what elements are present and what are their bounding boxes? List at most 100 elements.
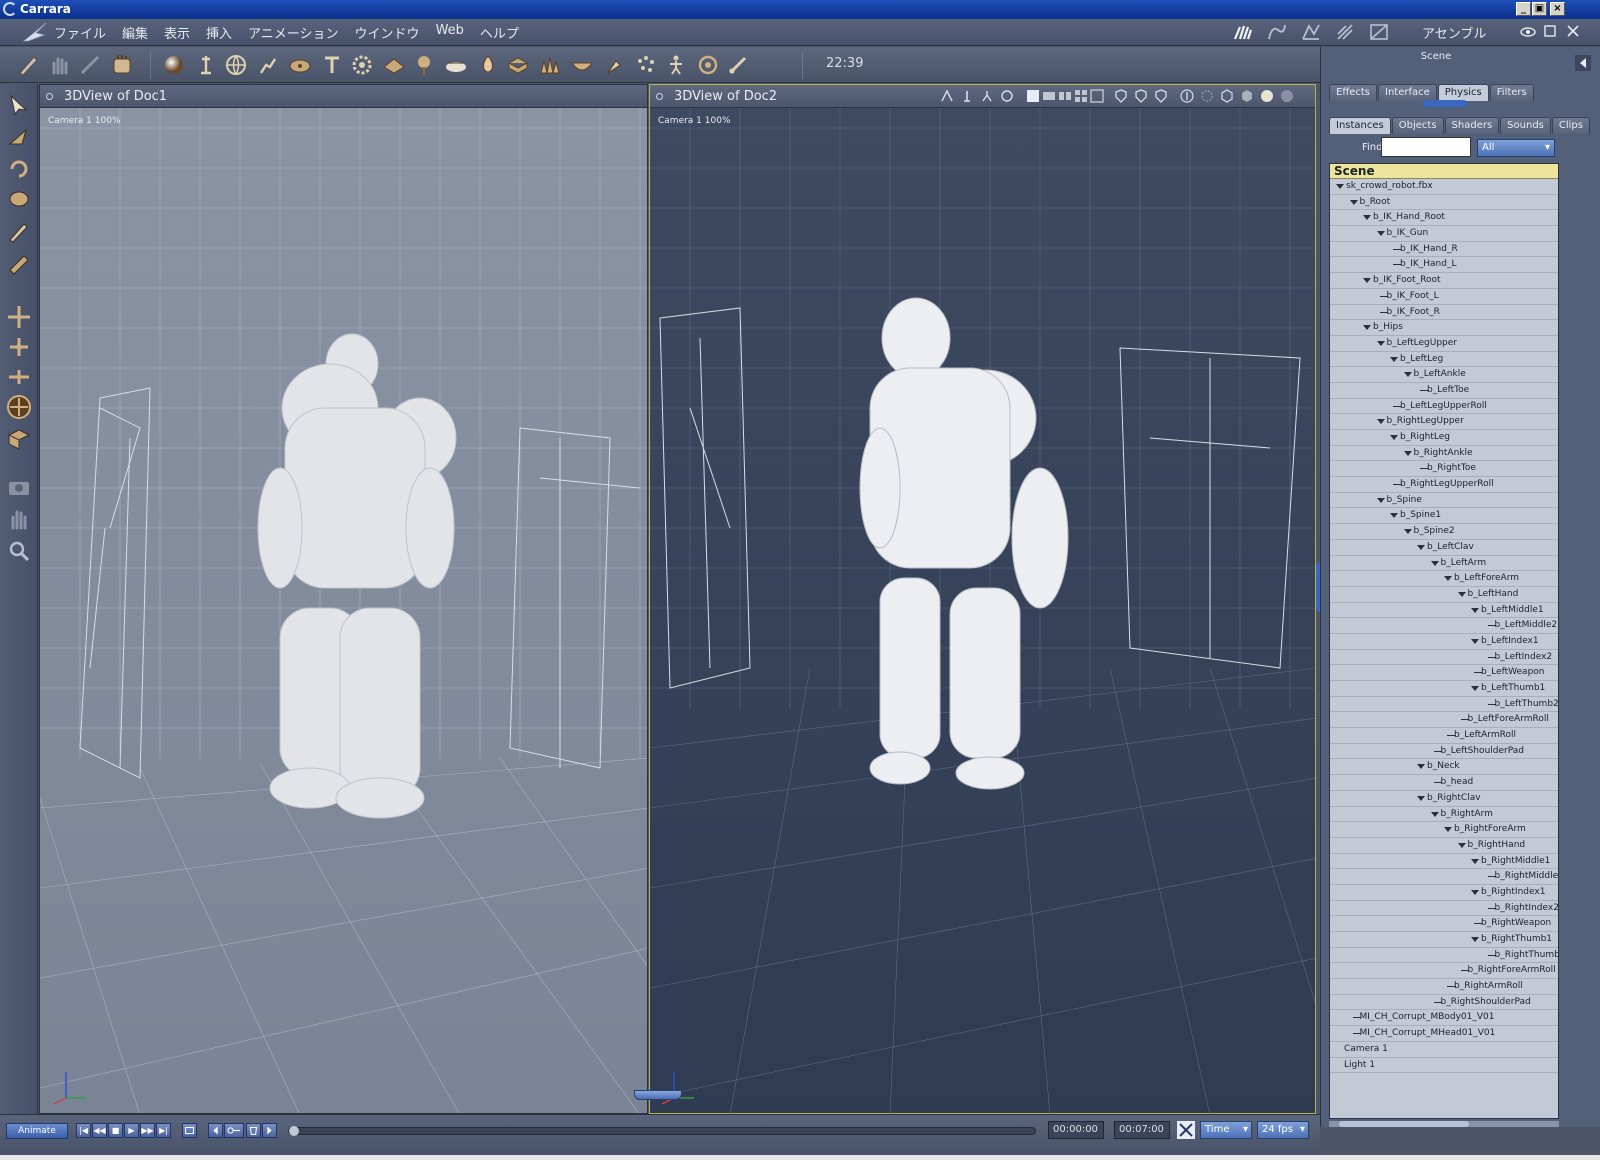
tree-row[interactable]: b_RightMiddle2 bbox=[1330, 869, 1558, 885]
tree-row[interactable]: b_LeftLegUpperRoll bbox=[1330, 399, 1558, 415]
pen-icon[interactable] bbox=[16, 53, 40, 77]
expand-triangle-icon[interactable] bbox=[1471, 858, 1479, 864]
layout-four-icon[interactable] bbox=[1074, 89, 1088, 103]
shield-side-icon[interactable] bbox=[1134, 89, 1148, 103]
expand-triangle-icon[interactable] bbox=[1376, 419, 1385, 425]
tree-row[interactable]: b_LeftIndex1 bbox=[1330, 634, 1558, 650]
tree-row[interactable]: b_LeftLeg bbox=[1330, 352, 1558, 368]
tree-row[interactable]: b_RightThumb1 bbox=[1330, 932, 1558, 948]
tab-shaders[interactable]: Shaders bbox=[1444, 117, 1500, 134]
tree-row[interactable]: b_LeftThumb2 bbox=[1330, 697, 1558, 713]
fast-forward-button[interactable]: ▶▶ bbox=[140, 1123, 155, 1138]
move-xy-icon[interactable] bbox=[6, 334, 32, 360]
tree-row[interactable]: b_Spine1 bbox=[1330, 508, 1558, 525]
minimize-button[interactable]: _ bbox=[1516, 2, 1531, 16]
go-end-button[interactable]: ▶| bbox=[156, 1123, 171, 1138]
tree-row[interactable]: b_LeftArm bbox=[1330, 556, 1558, 572]
stop-button[interactable]: ■ bbox=[108, 1123, 123, 1138]
eye-icon[interactable] bbox=[1520, 24, 1536, 40]
menu-view[interactable]: 表示 bbox=[164, 23, 190, 42]
text-icon[interactable] bbox=[320, 53, 344, 77]
cloud-icon[interactable] bbox=[444, 53, 468, 77]
go-start-button[interactable]: |◀ bbox=[76, 1123, 91, 1138]
tree-row[interactable]: b_LeftIndex2 bbox=[1330, 650, 1558, 666]
menu-help[interactable]: ヘルプ bbox=[480, 23, 519, 42]
expand-triangle-icon[interactable] bbox=[1403, 372, 1412, 378]
viewport-menu-icon[interactable] bbox=[656, 93, 663, 100]
tab-clips[interactable]: Clips bbox=[1551, 117, 1590, 134]
sphere-icon[interactable] bbox=[162, 53, 186, 77]
tab-sounds[interactable]: Sounds bbox=[1500, 117, 1551, 134]
cube-icon[interactable] bbox=[506, 53, 530, 77]
viewport-doc1[interactable]: 3DView of Doc1 Camera 1 100% bbox=[39, 84, 648, 1114]
menu-insert[interactable]: 挿入 bbox=[206, 23, 232, 42]
delete-key-icon[interactable] bbox=[246, 1123, 261, 1138]
tree-row[interactable]: b_RightWeapon bbox=[1330, 916, 1558, 932]
particles-icon[interactable] bbox=[634, 53, 658, 77]
layout-custom-icon[interactable] bbox=[1090, 89, 1104, 103]
time-scrubber[interactable] bbox=[288, 1126, 1036, 1136]
expand-triangle-icon[interactable] bbox=[1457, 842, 1466, 848]
expand-triangle-icon[interactable] bbox=[1376, 340, 1385, 346]
expand-triangle-icon[interactable] bbox=[1444, 576, 1452, 582]
tab-effects[interactable]: Effects bbox=[1329, 84, 1377, 101]
shield-top-icon[interactable] bbox=[1154, 89, 1168, 103]
tree-row[interactable]: b_RightLeg bbox=[1330, 430, 1558, 446]
tree-row[interactable]: b_RightArm bbox=[1330, 807, 1558, 823]
layout-single-icon[interactable] bbox=[1026, 89, 1040, 103]
expand-triangle-icon[interactable] bbox=[1363, 278, 1371, 284]
render-room-icon[interactable] bbox=[1368, 22, 1390, 42]
expand-triangle-icon[interactable] bbox=[1390, 435, 1398, 440]
bone-icon[interactable] bbox=[726, 53, 750, 77]
tree-row[interactable]: b_LeftToe bbox=[1330, 383, 1558, 399]
expand-triangle-icon[interactable] bbox=[1403, 529, 1412, 535]
walk-icon[interactable] bbox=[980, 89, 994, 103]
expand-triangle-icon[interactable] bbox=[1417, 544, 1425, 550]
tree-row[interactable]: b_IK_Foot_Root bbox=[1330, 273, 1558, 289]
tab-interface[interactable]: Interface bbox=[1378, 84, 1437, 101]
fps-select[interactable]: 24 fps ▾ bbox=[1257, 1121, 1309, 1139]
expand-triangle-icon[interactable] bbox=[1390, 513, 1398, 519]
storyboard-room-icon[interactable] bbox=[1300, 22, 1322, 42]
tree-row[interactable]: b_LeftMiddle2 bbox=[1330, 618, 1558, 634]
tree-row[interactable]: b_RightLegUpperRoll bbox=[1330, 477, 1558, 493]
tree-row[interactable]: b_RightLegUpper bbox=[1330, 414, 1558, 430]
texture-shade-icon[interactable] bbox=[1280, 89, 1294, 103]
animate-button[interactable]: Animate bbox=[6, 1123, 68, 1139]
expand-triangle-icon[interactable] bbox=[1417, 764, 1425, 770]
expand-triangle-icon[interactable] bbox=[1430, 560, 1439, 566]
bounding-box-icon[interactable] bbox=[1200, 89, 1214, 103]
viewport-menu-icon[interactable] bbox=[46, 93, 53, 100]
viewport-doc2[interactable]: 3DView of Doc2 Camera 1 100% bbox=[649, 84, 1316, 1114]
pan-icon[interactable] bbox=[6, 506, 32, 532]
box-icon[interactable] bbox=[6, 426, 32, 452]
tree-scrollbar[interactable] bbox=[1329, 1121, 1559, 1127]
expand-triangle-icon[interactable] bbox=[1403, 450, 1412, 456]
rotate-icon[interactable] bbox=[6, 156, 32, 182]
tree-row[interactable]: b_LeftThumb1 bbox=[1330, 681, 1558, 697]
move-z-icon[interactable] bbox=[6, 364, 32, 390]
hand-icon[interactable] bbox=[48, 53, 72, 77]
timeline-expand-handle[interactable] bbox=[634, 1090, 682, 1100]
smooth-shade-icon[interactable] bbox=[1260, 89, 1274, 103]
tab-grip-handle[interactable] bbox=[1423, 100, 1467, 107]
tree-row[interactable]: b_LeftForeArm bbox=[1330, 571, 1558, 587]
loop-toggle-icon[interactable] bbox=[1177, 1121, 1195, 1139]
tree-row[interactable]: b_Spine2 bbox=[1330, 524, 1558, 540]
expand-triangle-icon[interactable] bbox=[1363, 215, 1371, 221]
tree-row[interactable]: b_head bbox=[1330, 775, 1558, 791]
figure-icon[interactable] bbox=[664, 53, 688, 77]
tree-row[interactable]: b_IK_Gun bbox=[1330, 226, 1558, 242]
model-room-icon[interactable] bbox=[1266, 22, 1288, 42]
menu-edit[interactable]: 編集 bbox=[122, 23, 148, 42]
tree-row[interactable]: b_RightForeArm bbox=[1330, 822, 1558, 838]
paint-icon[interactable] bbox=[6, 250, 32, 276]
tree-row[interactable]: b_Neck bbox=[1330, 759, 1558, 776]
expand-triangle-icon[interactable] bbox=[1430, 811, 1439, 817]
viewport-canvas[interactable]: Camera 1 100% bbox=[40, 108, 647, 1113]
end-time-field[interactable]: 00:07:00 bbox=[1114, 1121, 1170, 1139]
gear-icon[interactable] bbox=[350, 53, 374, 77]
wand-icon[interactable] bbox=[78, 53, 102, 77]
maximize-button[interactable]: ▣ bbox=[1532, 2, 1547, 16]
select-icon[interactable] bbox=[6, 124, 32, 150]
